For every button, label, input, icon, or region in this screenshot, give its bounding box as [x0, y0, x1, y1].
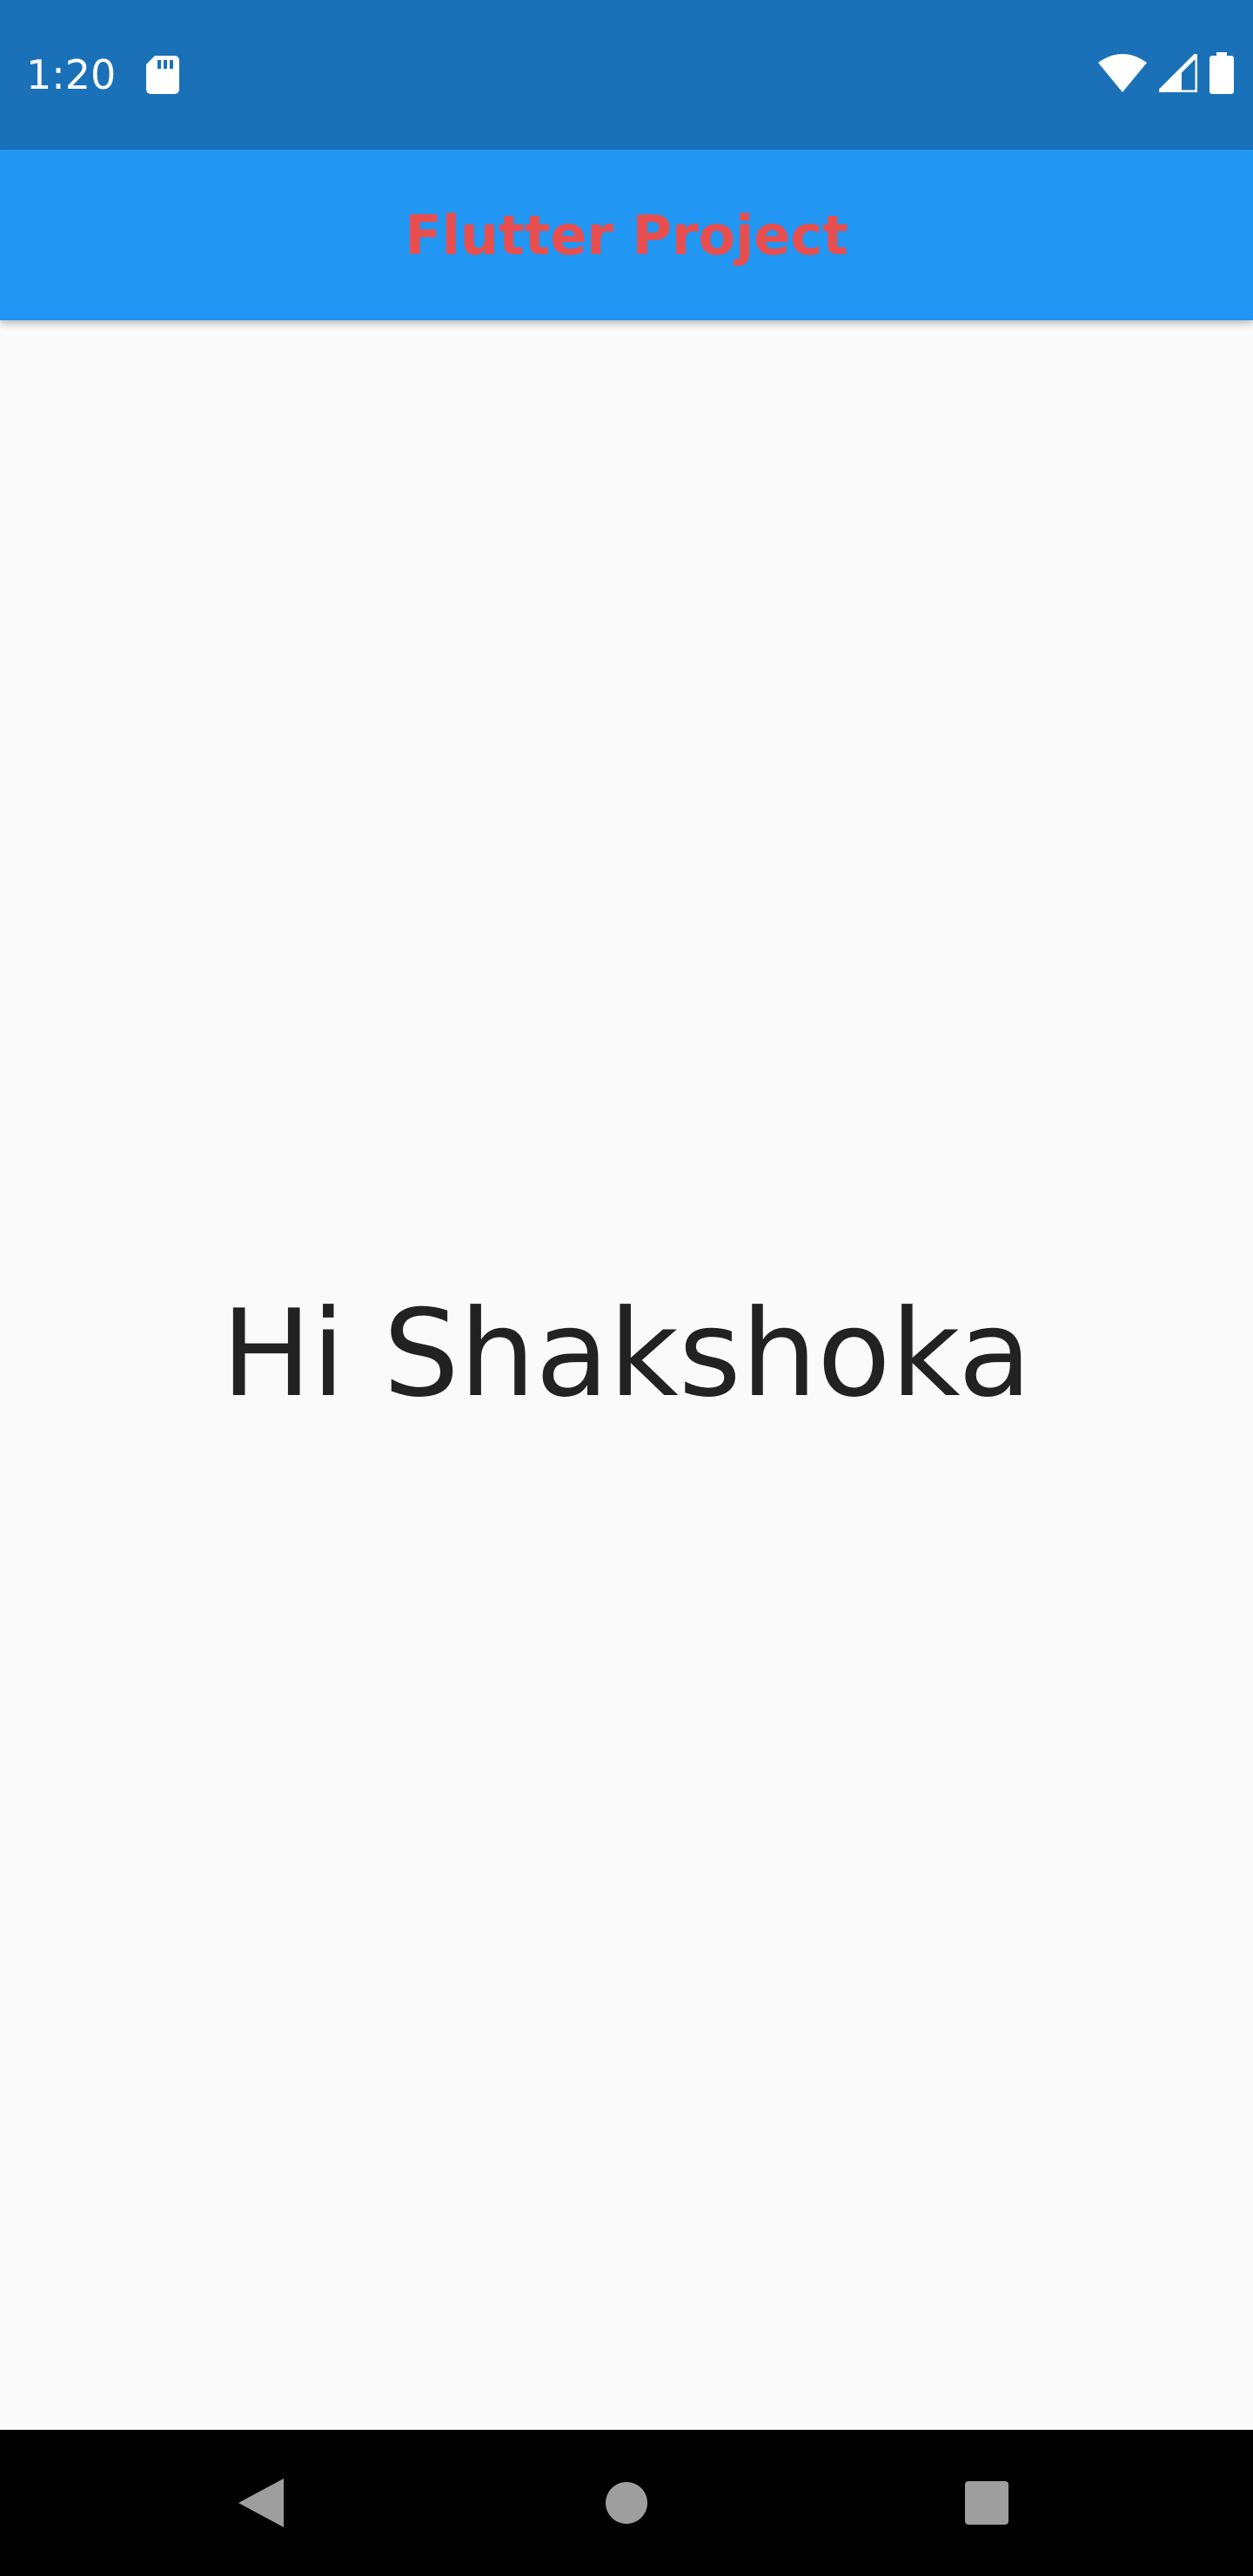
sd-card-icon	[146, 56, 179, 94]
status-bar: 1:20	[0, 0, 1253, 150]
recents-icon[interactable]	[950, 2466, 1023, 2539]
greeting-text: Hi Shakshoka	[221, 1284, 1032, 1424]
battery-icon	[1209, 52, 1234, 97]
back-icon[interactable]	[224, 2466, 298, 2539]
home-icon[interactable]	[590, 2466, 663, 2539]
signal-icon	[1153, 48, 1200, 96]
app-screen: 1:20 Flutter Project Hi Shakshoka	[0, 0, 1253, 2576]
navigation-bar	[0, 2430, 1253, 2576]
wifi-icon	[1098, 54, 1147, 96]
status-time: 1:20	[26, 51, 117, 98]
app-bar: Flutter Project	[0, 150, 1253, 320]
status-icons	[1098, 48, 1234, 97]
main-content: Hi Shakshoka	[0, 320, 1253, 2430]
app-title: Flutter Project	[405, 203, 848, 267]
